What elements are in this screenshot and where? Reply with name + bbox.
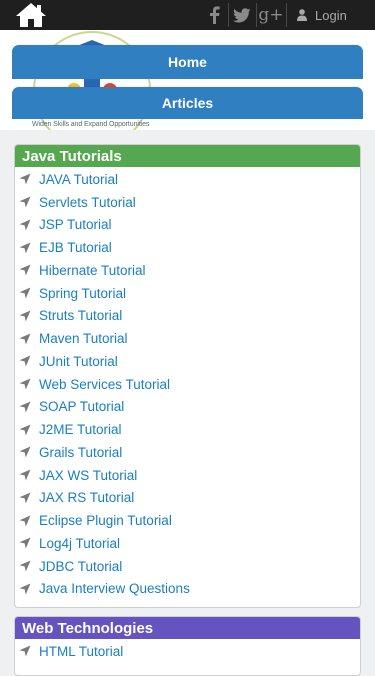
tutorial-link[interactable]: Log4j Tutorial bbox=[39, 536, 120, 551]
user-icon bbox=[297, 9, 307, 21]
tutorial-link[interactable]: JUnit Tutorial bbox=[39, 354, 118, 369]
google-plus-icon[interactable]: g+ bbox=[257, 3, 285, 27]
list-item[interactable]: Web Services Tutorial bbox=[15, 373, 360, 396]
tagline: Widen Skills and Expand Opportunities bbox=[32, 121, 150, 128]
list-item[interactable]: JAX WS Tutorial bbox=[15, 464, 360, 487]
tutorial-link[interactable]: Maven Tutorial bbox=[39, 331, 128, 346]
web-technologies-panel: Web Technologies HTML Tutorial bbox=[14, 616, 361, 676]
tutorial-link[interactable]: Struts Tutorial bbox=[39, 308, 122, 323]
tutorial-link[interactable]: Grails Tutorial bbox=[39, 445, 122, 460]
divider bbox=[286, 3, 287, 27]
location-arrow-icon bbox=[19, 583, 31, 595]
location-arrow-icon bbox=[19, 196, 31, 208]
location-arrow-icon bbox=[19, 333, 31, 345]
location-arrow-icon bbox=[19, 242, 31, 254]
location-arrow-icon bbox=[19, 645, 31, 657]
list-item[interactable]: EJB Tutorial bbox=[15, 236, 360, 259]
tutorial-link[interactable]: JAX WS Tutorial bbox=[39, 468, 137, 483]
java-tutorials-list: JAVA Tutorial Servlets Tutorial JSP Tutori… bbox=[15, 167, 360, 600]
list-item[interactable]: Struts Tutorial bbox=[15, 305, 360, 328]
nav-articles-button[interactable]: Articles bbox=[12, 87, 363, 119]
nav-home-button[interactable]: Home bbox=[12, 45, 363, 79]
location-arrow-icon bbox=[19, 492, 31, 504]
google-plus-glyph: g+ bbox=[258, 5, 284, 25]
list-item[interactable]: Maven Tutorial bbox=[15, 327, 360, 350]
location-arrow-icon bbox=[19, 264, 31, 276]
list-item[interactable]: Eclipse Plugin Tutorial bbox=[15, 509, 360, 532]
list-item[interactable]: JUnit Tutorial bbox=[15, 350, 360, 373]
location-arrow-icon bbox=[19, 287, 31, 299]
list-item[interactable]: Servlets Tutorial bbox=[15, 191, 360, 214]
location-arrow-icon bbox=[19, 424, 31, 436]
tutorial-link[interactable]: Servlets Tutorial bbox=[39, 195, 136, 210]
tutorial-link[interactable]: Eclipse Plugin Tutorial bbox=[39, 513, 172, 528]
tutorial-link[interactable]: Spring Tutorial bbox=[39, 286, 126, 301]
list-item[interactable]: Spring Tutorial bbox=[15, 282, 360, 305]
location-arrow-icon bbox=[19, 537, 31, 549]
list-item[interactable]: HTML Tutorial bbox=[15, 640, 360, 663]
tutorial-link[interactable]: Hibernate Tutorial bbox=[39, 263, 146, 278]
tutorial-link[interactable]: JAVA Tutorial bbox=[39, 172, 118, 187]
tutorial-link[interactable]: JSP Tutorial bbox=[39, 217, 112, 232]
java-tutorials-heading: Java Tutorials bbox=[15, 145, 360, 167]
home-icon[interactable] bbox=[15, 2, 47, 28]
list-item[interactable]: JAX RS Tutorial bbox=[15, 487, 360, 510]
list-item[interactable]: JAVA Tutorial bbox=[15, 168, 360, 191]
location-arrow-icon bbox=[19, 310, 31, 322]
location-arrow-icon bbox=[19, 378, 31, 390]
tutorial-link[interactable]: J2ME Tutorial bbox=[39, 422, 122, 437]
java-tutorials-panel: Java Tutorials JAVA Tutorial Servlets Tut… bbox=[14, 144, 361, 608]
location-arrow-icon bbox=[19, 560, 31, 572]
tutorial-link[interactable]: HTML Tutorial bbox=[39, 644, 123, 659]
location-arrow-icon bbox=[19, 173, 31, 185]
location-arrow-icon bbox=[19, 219, 31, 231]
tutorial-link[interactable]: Java Interview Questions bbox=[39, 581, 190, 596]
tutorial-link[interactable]: SOAP Tutorial bbox=[39, 399, 124, 414]
list-item[interactable]: Java Interview Questions bbox=[15, 578, 360, 601]
tutorial-link[interactable]: JDBC Tutorial bbox=[39, 559, 122, 574]
list-item[interactable]: Grails Tutorial bbox=[15, 441, 360, 464]
list-item[interactable]: JSP Tutorial bbox=[15, 214, 360, 237]
facebook-icon[interactable] bbox=[201, 3, 227, 27]
location-arrow-icon bbox=[19, 355, 31, 367]
list-item[interactable]: J2ME Tutorial bbox=[15, 418, 360, 441]
login-link[interactable]: Login bbox=[297, 4, 347, 26]
list-item[interactable]: JDBC Tutorial bbox=[15, 555, 360, 578]
tutorial-link[interactable]: Web Services Tutorial bbox=[39, 377, 170, 392]
top-bar: g+ Login bbox=[0, 0, 375, 30]
twitter-icon[interactable] bbox=[229, 3, 255, 27]
list-item[interactable]: Log4j Tutorial bbox=[15, 532, 360, 555]
location-arrow-icon bbox=[19, 446, 31, 458]
location-arrow-icon bbox=[19, 401, 31, 413]
location-arrow-icon bbox=[19, 469, 31, 481]
web-technologies-list: HTML Tutorial bbox=[15, 639, 360, 663]
tutorial-link[interactable]: EJB Tutorial bbox=[39, 240, 112, 255]
login-label: Login bbox=[315, 7, 347, 23]
list-item[interactable]: SOAP Tutorial bbox=[15, 396, 360, 419]
location-arrow-icon bbox=[19, 515, 31, 527]
list-item[interactable]: Hibernate Tutorial bbox=[15, 259, 360, 282]
tutorial-link[interactable]: JAX RS Tutorial bbox=[39, 490, 134, 505]
web-technologies-heading: Web Technologies bbox=[15, 617, 360, 639]
